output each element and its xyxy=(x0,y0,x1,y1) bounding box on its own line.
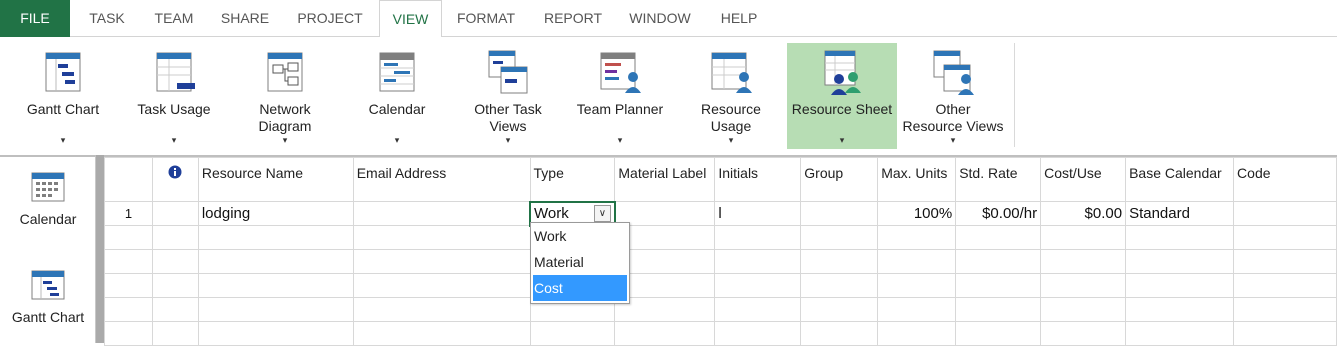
base-calendar-cell[interactable]: Standard xyxy=(1125,201,1235,226)
view-bar-calendar[interactable]: Calendar xyxy=(0,169,96,227)
chevron-down-icon: ▾ xyxy=(950,135,956,145)
row-id[interactable]: 1 xyxy=(104,201,153,226)
task-usage-button[interactable]: Task Usage ▾ xyxy=(128,43,220,149)
ribbon-button-label: Calendar xyxy=(368,101,426,117)
ribbon-button-label: Network Diagram xyxy=(258,101,312,134)
column-header-material-label[interactable]: Material Label xyxy=(614,157,716,202)
task-usage-icon xyxy=(156,52,195,92)
resource-sheet: Resource Name Email Address Type Materia… xyxy=(104,155,1337,346)
empty-row xyxy=(104,297,1337,322)
column-header-base-calendar[interactable]: Base Calendar xyxy=(1125,157,1235,202)
tab-file[interactable]: FILE xyxy=(0,0,70,37)
dropdown-option-material[interactable]: Material xyxy=(531,249,629,275)
tab-help[interactable]: HELP xyxy=(710,0,768,37)
resource-name-cell[interactable]: lodging xyxy=(197,201,354,226)
column-header-group[interactable]: Group xyxy=(800,157,879,202)
tab-team[interactable]: TEAM xyxy=(144,0,204,37)
chevron-down-icon: ▾ xyxy=(617,135,623,145)
email-cell[interactable] xyxy=(352,201,531,226)
column-header-type[interactable]: Type xyxy=(529,157,616,202)
pane-splitter[interactable] xyxy=(96,155,104,343)
dropdown-option-cost[interactable]: Cost xyxy=(533,275,627,301)
resource-table: Resource Name Email Address Type Materia… xyxy=(104,157,1337,346)
resource-sheet-icon xyxy=(824,50,861,95)
team-planner-button[interactable]: Team Planner ▾ xyxy=(572,43,668,149)
tab-report[interactable]: REPORT xyxy=(533,0,613,37)
calendar-icon xyxy=(31,172,65,202)
chevron-down-icon: ▾ xyxy=(171,135,177,145)
team-planner-icon xyxy=(600,52,641,93)
header-row: Resource Name Email Address Type Materia… xyxy=(104,157,1337,202)
empty-row xyxy=(104,321,1337,346)
gantt-chart-icon xyxy=(31,270,65,300)
calendar-button[interactable]: Calendar ▾ xyxy=(352,43,442,149)
column-header-std-rate[interactable]: Std. Rate xyxy=(955,157,1042,202)
dropdown-arrow-button[interactable]: ∨ xyxy=(593,204,611,222)
ribbon-button-label: Other Resource Views xyxy=(902,101,1004,134)
max-units-cell[interactable]: 100% xyxy=(877,201,957,226)
tab-window[interactable]: WINDOW xyxy=(620,0,700,37)
empty-row xyxy=(104,249,1337,274)
table-row: 1 lodging Work ∨ l 100% $0.00/hr $0.00 S… xyxy=(104,200,1337,227)
column-header-resource-name[interactable]: Resource Name xyxy=(197,157,354,202)
empty-row xyxy=(104,273,1337,298)
view-bar: Calendar Gantt Chart xyxy=(0,155,96,343)
network-diagram-icon xyxy=(267,52,303,92)
ribbon-button-label: Other Task Views xyxy=(474,101,542,134)
view-bar-label: Gantt Chart xyxy=(11,309,85,325)
column-header-max-units[interactable]: Max. Units xyxy=(877,157,957,202)
column-header-code[interactable]: Code xyxy=(1233,157,1337,202)
resource-sheet-button[interactable]: Resource Sheet ▾ xyxy=(787,43,897,149)
other-task-views-button[interactable]: Other Task Views ▾ xyxy=(462,43,554,149)
code-cell[interactable] xyxy=(1233,201,1337,226)
chevron-down-icon: ▾ xyxy=(60,135,66,145)
ribbon-button-label: Gantt Chart xyxy=(26,101,100,117)
other-resource-views-button[interactable]: Other Resource Views ▾ xyxy=(900,43,1006,149)
ribbon-button-label: Team Planner xyxy=(576,101,664,117)
resource-usage-icon xyxy=(711,52,752,93)
ribbon-button-label: Resource Usage xyxy=(701,101,761,134)
calendar-icon xyxy=(379,52,415,92)
gantt-chart-button[interactable]: Gantt Chart ▾ xyxy=(18,43,108,149)
tab-format[interactable]: FORMAT xyxy=(446,0,526,37)
tab-task[interactable]: TASK xyxy=(79,0,135,37)
type-dropdown-list: Work Material Cost xyxy=(530,222,630,304)
indicators-header[interactable] xyxy=(151,157,199,202)
std-rate-cell[interactable]: $0.00/hr xyxy=(955,201,1042,226)
column-header-cost-use[interactable]: Cost/Use xyxy=(1040,157,1127,202)
chevron-down-icon: ▾ xyxy=(394,135,400,145)
row-header-corner[interactable] xyxy=(104,157,153,202)
view-bar-label: Calendar xyxy=(19,211,77,227)
network-diagram-button[interactable]: Network Diagram ▾ xyxy=(240,43,330,149)
view-bar-gantt-chart[interactable]: Gantt Chart xyxy=(0,267,96,325)
cost-use-cell[interactable]: $0.00 xyxy=(1040,201,1127,226)
gantt-chart-icon xyxy=(45,52,81,92)
ribbon: Gantt Chart ▾ Task Usage ▾ Network Diagr… xyxy=(0,37,1337,151)
chevron-down-icon: ▾ xyxy=(839,135,845,145)
dropdown-option-work[interactable]: Work xyxy=(531,223,629,249)
other-task-views-icon xyxy=(488,50,528,94)
empty-row xyxy=(104,225,1337,250)
tab-share[interactable]: SHARE xyxy=(212,0,278,37)
ribbon-divider xyxy=(1014,43,1015,147)
other-resource-views-icon xyxy=(933,50,974,95)
chevron-down-icon: ▾ xyxy=(282,135,288,145)
tab-project[interactable]: PROJECT xyxy=(288,0,372,37)
menu-tab-bar: FILE TASK TEAM SHARE PROJECT VIEW FORMAT… xyxy=(0,0,1337,38)
initials-cell[interactable]: l xyxy=(714,201,802,226)
chevron-down-icon: ▾ xyxy=(728,135,734,145)
ribbon-button-label: Task Usage xyxy=(137,101,211,117)
indicator-cell xyxy=(151,201,199,226)
chevron-down-icon: ▾ xyxy=(505,135,511,145)
ribbon-button-label: Resource Sheet xyxy=(791,101,893,117)
tab-view[interactable]: VIEW xyxy=(379,0,442,38)
column-header-initials[interactable]: Initials xyxy=(714,157,802,202)
resource-usage-button[interactable]: Resource Usage ▾ xyxy=(686,43,776,149)
group-cell[interactable] xyxy=(800,201,879,226)
info-icon xyxy=(168,165,182,179)
column-header-email-address[interactable]: Email Address xyxy=(352,157,531,202)
type-value: Work xyxy=(534,204,569,222)
